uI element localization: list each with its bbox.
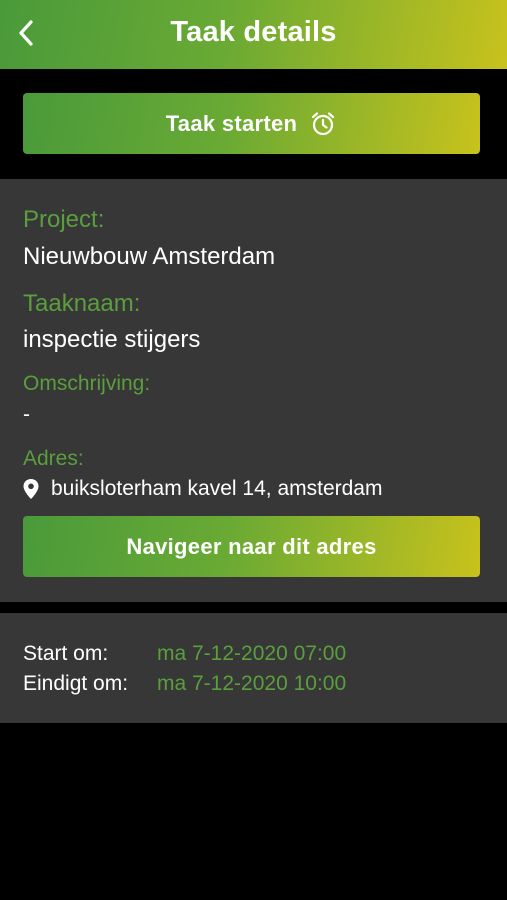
taskname-value: inspectie stijgers: [23, 326, 201, 353]
location-pin-icon: [23, 479, 43, 499]
alarm-clock-icon: [309, 110, 337, 138]
start-time-row: Start om: ma 7-12-2020 07:00: [23, 642, 346, 666]
start-time-label: Start om:: [23, 642, 109, 665]
start-task-button[interactable]: Taak starten: [23, 93, 480, 154]
address-value: buiksloterham kavel 14, amsterdam: [51, 477, 383, 500]
address-row: buiksloterham kavel 14, amsterdam: [23, 477, 382, 501]
navigate-button[interactable]: Navigeer naar dit adres: [23, 516, 480, 577]
start-task-label: Taak starten: [165, 110, 298, 136]
description-label: Omschrijving:: [23, 372, 151, 395]
address-label: Adres:: [23, 447, 84, 470]
page-title: Taak details: [170, 16, 337, 48]
end-time-label: Eindigt om:: [23, 672, 129, 695]
start-time-value: ma 7-12-2020 07:00: [157, 642, 347, 665]
project-value: Nieuwbouw Amsterdam: [23, 243, 276, 270]
task-details-card: Project: Nieuwbouw Amsterdam Taaknaam: i…: [0, 179, 507, 602]
task-times-card: Start om: ma 7-12-2020 07:00 Eindigt om:…: [0, 613, 507, 723]
project-label: Project:: [23, 206, 105, 233]
taskname-label: Taaknaam:: [23, 290, 141, 317]
end-time-value: ma 7-12-2020 10:00: [157, 672, 347, 695]
end-time-row: Eindigt om: ma 7-12-2020 10:00: [23, 672, 346, 696]
navigate-label: Navigeer naar dit adres: [126, 533, 377, 559]
header-bar: Taak details: [0, 0, 507, 69]
description-value: -: [23, 403, 30, 426]
